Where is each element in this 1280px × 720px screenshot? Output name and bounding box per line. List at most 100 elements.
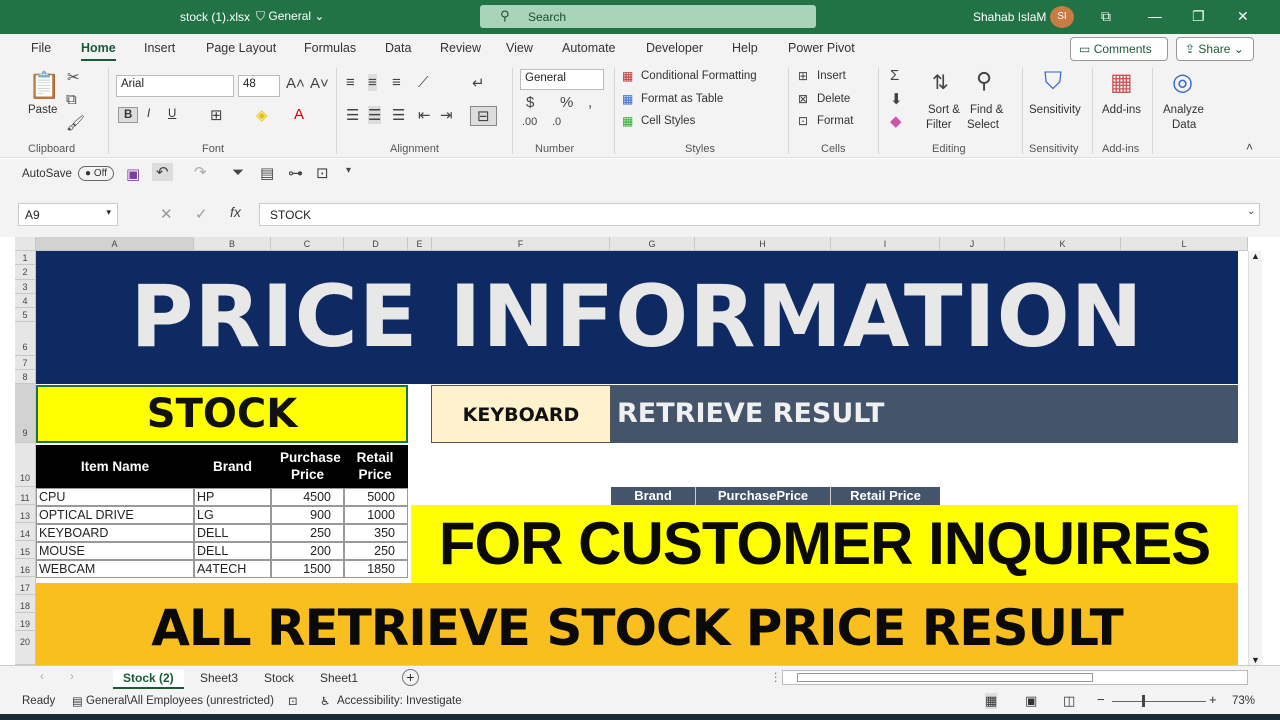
sheet-tab-stock-2[interactable]: Stock (2) (113, 669, 184, 689)
tab-data[interactable]: Data (385, 41, 411, 55)
font-name-select[interactable]: Arial (116, 75, 234, 97)
accessibility-status[interactable]: Accessibility: Investigate (337, 695, 462, 707)
decrease-font-icon[interactable]: A˅ (310, 75, 329, 92)
retail-price-cell[interactable]: 1000 (344, 506, 408, 524)
row-header[interactable]: 16 (15, 559, 36, 577)
row-header[interactable]: 15 (15, 541, 36, 559)
tab-automate[interactable]: Automate (562, 41, 616, 55)
add-sheet-button[interactable]: + (402, 669, 419, 686)
horizontal-scrollbar[interactable] (782, 670, 1248, 685)
purchase-price-cell[interactable]: 200 (271, 542, 344, 560)
sort-filter-button[interactable]: Sort & (928, 104, 960, 116)
zoom-slider[interactable] (1112, 701, 1206, 702)
restore-icon[interactable]: ❐ (1192, 8, 1205, 25)
paste-icon[interactable]: 📋 (28, 70, 60, 101)
increase-decimal-icon[interactable]: .00 (522, 116, 537, 128)
purchase-price-cell[interactable]: 250 (271, 524, 344, 542)
borders-icon[interactable]: ⊞ (210, 106, 223, 124)
column-header[interactable]: A (36, 237, 194, 251)
brand-cell[interactable]: HP (194, 488, 271, 506)
clear-icon[interactable]: ◆ (890, 112, 902, 130)
font-color-icon[interactable]: A (294, 106, 304, 123)
format-painter-icon[interactable]: 🖌 (66, 114, 85, 132)
close-icon[interactable]: ✕ (1237, 8, 1249, 25)
comma-icon[interactable]: , (588, 94, 592, 111)
row-header[interactable]: 19 (15, 613, 36, 631)
retail-price-cell[interactable]: 250 (344, 542, 408, 560)
zoom-in-icon[interactable]: + (1209, 692, 1217, 707)
page-layout-view-icon[interactable]: ▣ (1025, 693, 1037, 709)
zoom-level[interactable]: 73% (1232, 695, 1255, 707)
row-header[interactable]: 10 (15, 443, 36, 487)
fill-color-icon[interactable]: ◈ (256, 106, 268, 124)
find-select-button[interactable]: Find & (970, 104, 1003, 116)
item-name-cell[interactable]: MOUSE (36, 542, 194, 560)
delete-cells-button[interactable]: Delete (817, 93, 850, 105)
tab-splitter-icon[interactable]: ⋮ (770, 670, 782, 684)
row-header[interactable]: 6 (15, 322, 36, 356)
align-center-icon[interactable]: ☰ (368, 106, 382, 124)
purchase-price-cell[interactable]: 1500 (271, 560, 344, 578)
undo-icon[interactable]: ↶ (152, 163, 173, 181)
scroll-down-icon[interactable]: ▼ (1251, 655, 1260, 665)
insert-function-icon[interactable]: fx (230, 204, 241, 220)
format-as-table-button[interactable]: Format as Table (641, 93, 723, 105)
minimize-icon[interactable]: — (1148, 8, 1162, 24)
column-header[interactable]: H (695, 237, 831, 251)
analyze-data-button[interactable]: Analyze (1163, 104, 1204, 116)
customize-qat-icon[interactable]: ▾ (346, 165, 351, 176)
worksheet-grid[interactable]: A B C D E F G H I J K L 1 2 3 4 5 6 7 8 … (15, 237, 1248, 665)
share-button[interactable]: ⇪ Share ⌄ (1176, 37, 1254, 61)
row-header[interactable]: 7 (15, 356, 36, 370)
tab-page-layout[interactable]: Page Layout (206, 41, 276, 55)
horizontal-scroll-thumb[interactable] (797, 673, 1093, 682)
row-header[interactable]: 11 (15, 487, 36, 505)
row-header[interactable]: 14 (15, 523, 36, 541)
align-bottom-icon[interactable]: ≡ (392, 74, 401, 91)
comments-button[interactable]: ▭ Comments (1070, 37, 1168, 61)
sort-filter-label[interactable]: Filter (926, 119, 952, 131)
column-header[interactable]: D (344, 237, 408, 251)
addins-button[interactable]: Add-ins (1102, 104, 1141, 116)
sheet-tab-stock[interactable]: Stock (254, 669, 304, 687)
sheet-tab-sheet3[interactable]: Sheet3 (190, 669, 248, 687)
tab-help[interactable]: Help (732, 41, 758, 55)
brand-cell[interactable]: DELL (194, 542, 271, 560)
page-break-view-icon[interactable]: ◫ (1063, 693, 1075, 709)
copy-icon[interactable]: ⧉ (66, 91, 77, 108)
vertical-scrollbar[interactable]: ▲ ▼ (1248, 251, 1262, 665)
analyze-data-label[interactable]: Data (1172, 119, 1196, 131)
align-top-icon[interactable]: ≡ (346, 74, 355, 91)
font-size-select[interactable]: 48 (238, 75, 280, 97)
sensitivity-button[interactable]: Sensitivity (1029, 104, 1081, 116)
decrease-indent-icon[interactable]: ⇤ (418, 106, 431, 124)
percent-icon[interactable]: % (560, 94, 573, 111)
row-header[interactable]: 1 (15, 251, 36, 265)
zoom-out-icon[interactable]: − (1097, 692, 1105, 707)
form-icon[interactable]: ▤ (260, 164, 274, 182)
autosave-toggle[interactable]: ● Off (78, 166, 114, 181)
name-box[interactable]: A9 ▾ (18, 203, 118, 226)
tab-home[interactable]: Home (81, 41, 116, 61)
paste-button[interactable]: Paste (28, 104, 57, 116)
purchase-price-cell[interactable]: 900 (271, 506, 344, 524)
preview-icon[interactable]: ⊡ (316, 164, 329, 182)
insert-cells-button[interactable]: Insert (817, 70, 846, 82)
tab-insert[interactable]: Insert (144, 41, 175, 55)
normal-view-icon[interactable]: ▦ (985, 693, 998, 709)
row-header[interactable]: 17 (15, 577, 36, 595)
hierarchy-icon[interactable]: ⊶ (288, 164, 303, 182)
currency-icon[interactable]: $ (526, 94, 534, 111)
tab-developer[interactable]: Developer (646, 41, 703, 55)
row-header[interactable]: 13 (15, 505, 36, 523)
sheet-tab-sheet1[interactable]: Sheet1 (310, 669, 368, 687)
item-name-cell[interactable]: KEYBOARD (36, 524, 194, 542)
select-all-corner[interactable] (15, 237, 36, 251)
row-header[interactable]: 2 (15, 265, 36, 280)
stock-heading-cell[interactable]: STOCK (36, 385, 408, 443)
retail-price-cell[interactable]: 350 (344, 524, 408, 542)
filter-icon[interactable]: ⏷ (232, 164, 244, 181)
column-header[interactable]: I (831, 237, 940, 251)
sensitivity-label[interactable]: ⛉ General ⌄ (256, 9, 324, 24)
fill-icon[interactable]: ⬇ (890, 90, 903, 108)
